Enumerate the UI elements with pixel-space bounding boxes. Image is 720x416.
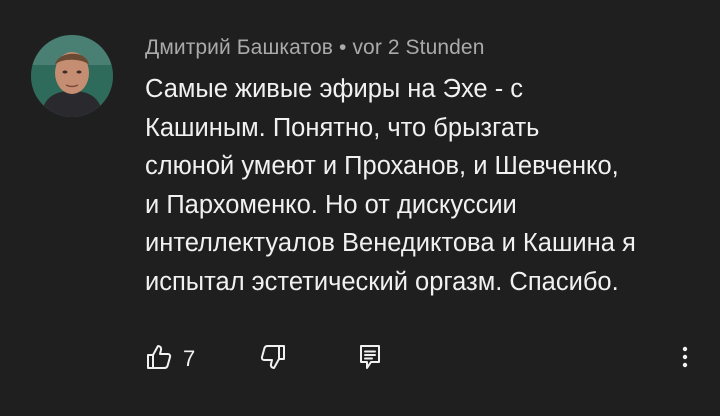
comment-text-line: слюной умеют и Проханов, и Шевченко, (145, 152, 619, 180)
like-count: 7 (183, 346, 196, 371)
thumb-up-icon (147, 345, 172, 369)
comment-icon (360, 345, 380, 369)
avatar[interactable] (31, 35, 113, 117)
author-name[interactable]: Дмитрий Башкатов (145, 36, 333, 59)
reply-button[interactable] (355, 342, 385, 372)
timestamp[interactable]: vor 2 Stunden (352, 36, 484, 59)
comment-header: Дмитрий Башкатов • vor 2 Stunden (145, 36, 485, 60)
comment-actions: 7 (0, 336, 720, 380)
dislike-button[interactable] (258, 342, 288, 372)
comment-text-line: и Пархоменко. Но от дискуссии (145, 190, 517, 219)
thumb-down-icon (260, 345, 285, 369)
separator-dot: • (338, 36, 347, 59)
comment-text-line: интеллектуалов Венедиктова и Кашина я (145, 229, 636, 257)
comment-text-line: испытал эстетический оргазм. Спасибо. (145, 267, 619, 296)
comment-item: Дмитрий Башкатов • vor 2 Stunden Самые жив… (0, 0, 720, 416)
like-button[interactable] (144, 342, 174, 372)
comment-text-line: Кашиным. Понятно, что брызгать (145, 113, 540, 142)
more-options-button[interactable] (670, 342, 700, 372)
more-vertical-icon (682, 346, 688, 368)
avatar-image (31, 35, 113, 117)
comment-text: Самые живые эфиры на Эхе - с Кашиным. По… (145, 70, 695, 301)
comment-text-line: Самые живые эфиры на Эхе - с (145, 75, 524, 103)
